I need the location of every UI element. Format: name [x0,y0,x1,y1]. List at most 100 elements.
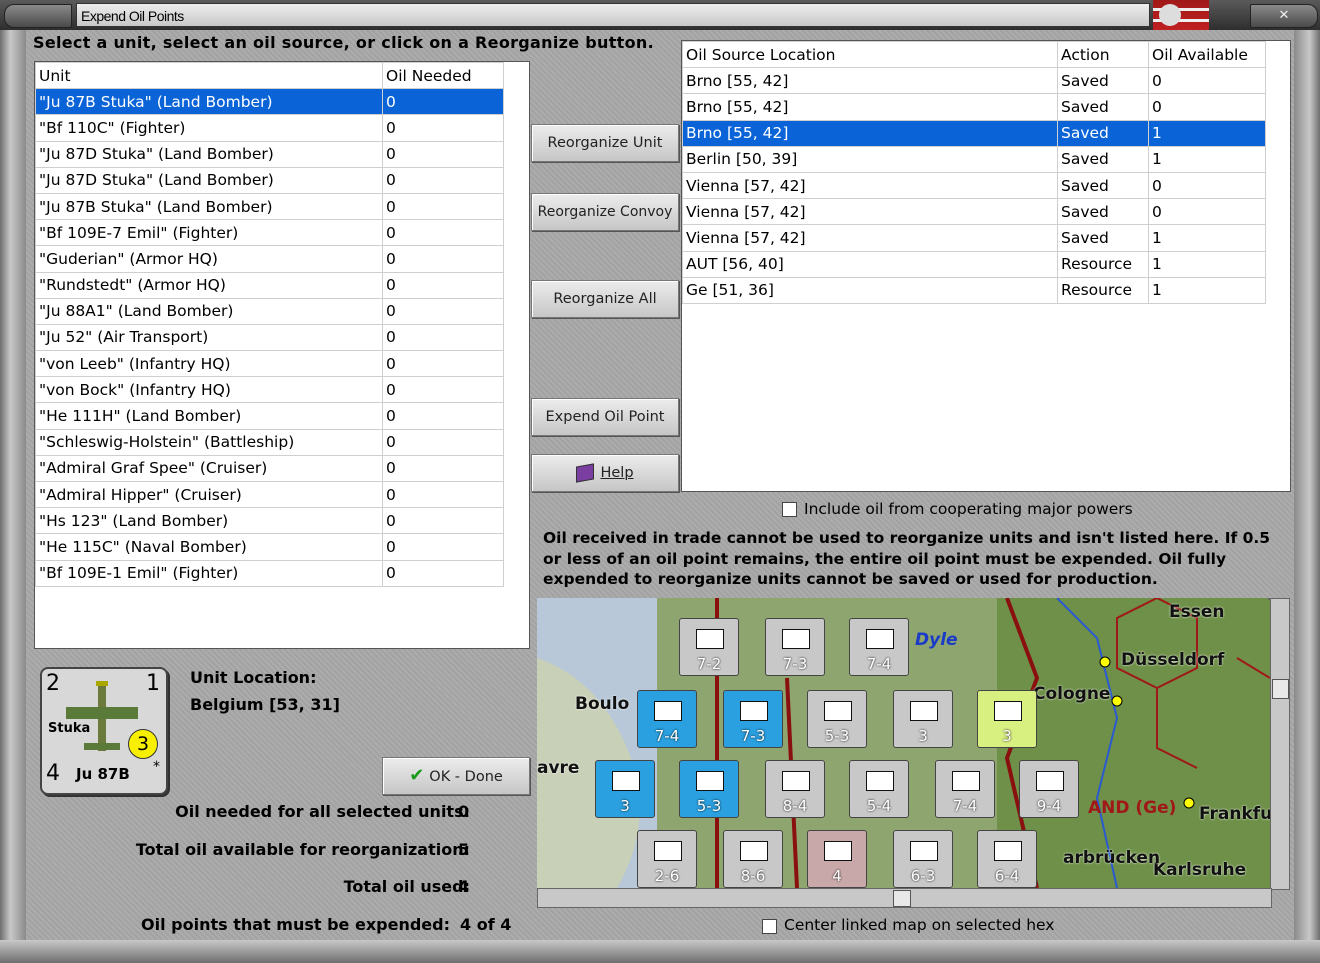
map-unit-counter[interactable]: 4 [807,830,867,888]
map-unit-counter[interactable]: 7-4 [849,618,909,676]
map-unit-counter[interactable]: 8-4 [765,760,825,818]
unit-symbol-icon [782,629,810,649]
close-button[interactable]: ✕ [1250,4,1318,28]
map-unit-counter[interactable]: 5-4 [849,760,909,818]
map-horizontal-scrollbar[interactable] [537,888,1272,908]
unit-symbol-icon [1036,771,1064,791]
counter-strength: 6-4 [994,867,1020,885]
oil-action-cell: Saved [1057,198,1149,226]
oil-source-row[interactable]: Vienna [57, 42] Saved 0 [682,198,1266,226]
oil-source-row[interactable]: Brno [55, 42] Saved 1 [682,119,1266,147]
map-unit-counter[interactable]: 3 [595,760,655,818]
oil-source-row[interactable]: Berlin [50, 39] Saved 1 [682,145,1266,173]
unit-row[interactable]: "Admiral Hipper" (Cruiser) 0 [35,480,504,509]
oil-needed-cell: 0 [382,428,504,456]
unit-row[interactable]: "von Bock" (Infantry HQ) 0 [35,376,504,404]
counter-star: * [153,759,160,775]
counter-strength: 3 [918,727,928,745]
map-unit-counter[interactable]: 9-4 [1019,760,1079,818]
unit-name-cell: "Bf 109E-1 Emil" (Fighter) [35,559,383,587]
unit-row[interactable]: "Admiral Graf Spee" (Cruiser) 0 [35,454,504,483]
map-unit-counter[interactable]: 6-3 [893,830,953,888]
unit-row[interactable]: "Guderian" (Armor HQ) 0 [35,245,504,273]
unit-list[interactable]: Unit Oil Needed "Ju 87B Stuka" (Land Bom… [34,61,530,649]
oil-source-row[interactable]: Brno [55, 42] Saved 0 [682,93,1266,121]
map-unit-counter[interactable]: 3 [977,690,1037,748]
column-header-oil-needed[interactable]: Oil Needed [382,61,504,90]
system-menu-button[interactable] [4,4,72,28]
unit-name-cell: "He 111H" (Land Bomber) [35,402,383,430]
map-horizontal-scroll-thumb[interactable] [893,890,911,907]
oil-available-cell: 0 [1148,93,1266,121]
unit-row[interactable]: "Rundstedt" (Armor HQ) 0 [35,271,504,299]
map-city-label: arbrücken [1063,848,1161,868]
map-unit-counter[interactable]: 7-2 [679,618,739,676]
oil-available-cell: 0 [1148,198,1266,226]
map-vertical-scrollbar[interactable] [1270,598,1290,890]
column-header-action[interactable]: Action [1057,40,1149,69]
unit-row[interactable]: "He 115C" (Naval Bomber) 0 [35,533,504,561]
linked-map[interactable]: Essen Düsseldorf Cologne Frankfu Karlsruhe ar… [537,598,1270,888]
counter-strength: 7-2 [696,655,722,673]
oil-source-row[interactable]: Ge [51, 36] Resource 1 [682,276,1266,304]
oil-needed-cell: 0 [382,245,504,273]
unit-symbol-icon [782,771,810,791]
oil-must-expend-value: 4 of 4 [460,915,512,934]
oil-location-cell: AUT [56, 40] [682,250,1058,278]
oil-needed-cell: 0 [382,402,504,430]
unit-row[interactable]: "Bf 110C" (Fighter) 0 [35,114,504,142]
oil-source-row[interactable]: AUT [56, 40] Resource 1 [682,250,1266,278]
map-vertical-scroll-thumb[interactable] [1272,679,1289,699]
help-button[interactable]: Help [531,454,679,492]
oil-source-row[interactable]: Brno [55, 42] Saved 0 [682,67,1266,95]
oil-needed-cell: 0 [382,192,504,221]
unit-name-cell: "Ju 87D Stuka" (Land Bomber) [35,140,383,168]
include-cooperating-checkbox[interactable] [782,502,797,517]
oil-source-row[interactable]: Vienna [57, 42] Saved 0 [682,171,1266,200]
unit-row[interactable]: "Schleswig-Holstein" (Battleship) 0 [35,428,504,456]
map-unit-counter[interactable]: 7-3 [765,618,825,676]
reorganize-convoy-button[interactable]: Reorganize Convoy [531,193,679,231]
unit-row[interactable]: "Ju 52" (Air Transport) 0 [35,323,504,352]
unit-row[interactable]: "Ju 87B Stuka" (Land Bomber) 0 [35,88,504,116]
oil-source-row[interactable]: Vienna [57, 42] Saved 1 [682,224,1266,252]
checkmark-icon: ✔ [409,765,425,786]
map-unit-counter[interactable]: 5-3 [679,760,739,818]
unit-symbol-icon [696,771,724,791]
reorganize-unit-button[interactable]: Reorganize Unit [531,124,679,162]
unit-name-cell: "Guderian" (Armor HQ) [35,245,383,273]
unit-symbol-icon [910,841,938,861]
map-unit-counter[interactable]: 8-6 [723,830,783,888]
unit-row[interactable]: "Bf 109E-7 Emil" (Fighter) 0 [35,219,504,247]
unit-row[interactable]: "Bf 109E-1 Emil" (Fighter) 0 [35,559,504,587]
map-unit-counter[interactable]: 7-3 [723,690,783,748]
unit-name-cell: "von Bock" (Infantry HQ) [35,376,383,404]
unit-row[interactable]: "He 111H" (Land Bomber) 0 [35,402,504,430]
map-unit-counter[interactable]: 5-3 [807,690,867,748]
map-city-label: Cologne [1033,684,1111,704]
unit-symbol-icon [866,629,894,649]
map-unit-counter[interactable]: 7-4 [935,760,995,818]
column-header-unit[interactable]: Unit [35,61,383,90]
oil-location-cell: Vienna [57, 42] [682,224,1058,252]
center-map-checkbox[interactable] [762,919,777,934]
map-unit-counter[interactable]: 3 [893,690,953,748]
ok-done-button[interactable]: ✔ OK - Done [382,757,530,795]
map-unit-counter[interactable]: 2-6 [637,830,697,888]
unit-symbol-icon [824,701,852,721]
map-unit-counter[interactable]: 7-4 [637,690,697,748]
oil-source-list[interactable]: Oil Source Location Action Oil Available… [681,40,1291,492]
reorganize-all-button[interactable]: Reorganize All [531,280,679,318]
column-header-oil-available[interactable]: Oil Available [1148,40,1266,69]
counter-strength: 6-3 [910,867,936,885]
unit-symbol-icon [654,701,682,721]
map-unit-counter[interactable]: 6-4 [977,830,1037,888]
expend-oil-point-button[interactable]: Expend Oil Point [531,398,679,436]
unit-row[interactable]: "Ju 87D Stuka" (Land Bomber) 0 [35,166,504,194]
unit-row[interactable]: "von Leeb" (Infantry HQ) 0 [35,350,504,378]
column-header-oil-source-location[interactable]: Oil Source Location [682,40,1058,69]
unit-row[interactable]: "Ju 88A1" (Land Bomber) 0 [35,297,504,325]
unit-row[interactable]: "Hs 123" (Land Bomber) 0 [35,507,504,535]
unit-row[interactable]: "Ju 87B Stuka" (Land Bomber) 0 [35,192,504,221]
unit-row[interactable]: "Ju 87D Stuka" (Land Bomber) 0 [35,140,504,168]
